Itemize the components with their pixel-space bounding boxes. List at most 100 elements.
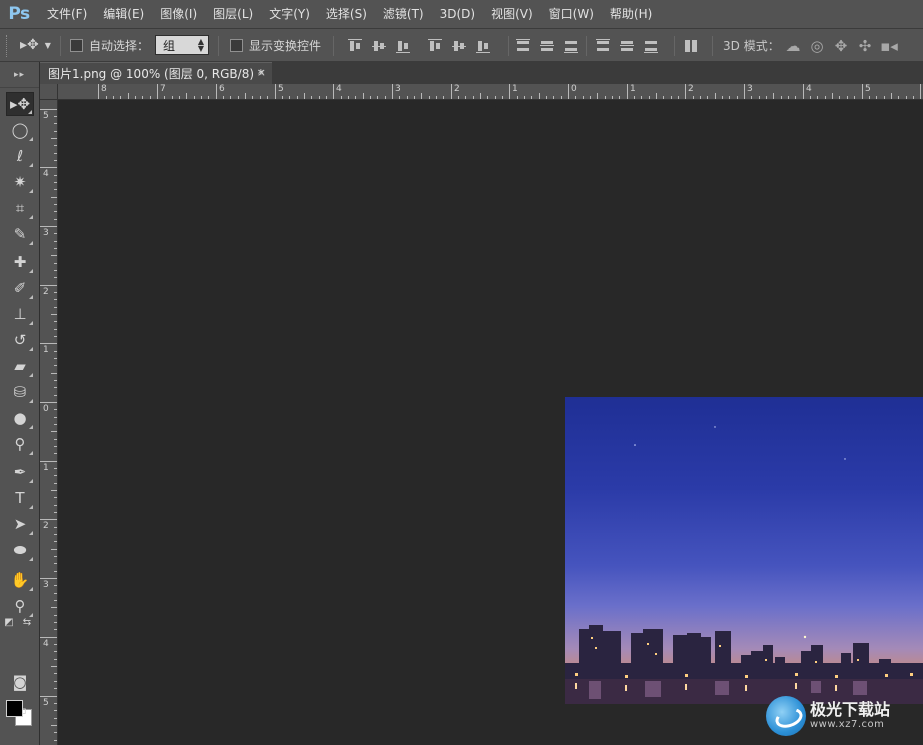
distribute-right-icon[interactable] (644, 39, 658, 53)
align-left-edges-icon[interactable] (428, 39, 442, 53)
tool-group-indicator (29, 425, 33, 429)
tools-panel-collapse-icon[interactable]: ▸▸ (0, 62, 39, 88)
vertical-ruler[interactable]: 5 4 3 2 1 0 1 2 3 4 5 (40, 100, 58, 745)
separator (674, 36, 675, 56)
ruler-tick (744, 84, 745, 99)
ruler-minor-tick (54, 131, 57, 132)
path-selection-tool[interactable]: ➤ (6, 512, 34, 536)
options-bar-grip[interactable] (6, 35, 8, 57)
show-transform-controls-checkbox[interactable]: 显示变换控件 (230, 29, 321, 61)
tool-group-indicator (29, 137, 33, 141)
menu-item[interactable]: 图像(I) (152, 0, 205, 28)
menu-item[interactable]: 视图(V) (483, 0, 541, 28)
close-icon[interactable]: × (257, 66, 266, 79)
swap-colors-icon[interactable]: ⇆ (20, 616, 34, 630)
zoom-tool[interactable]: ⚲ (6, 594, 34, 618)
menu-item[interactable]: 窗口(W) (541, 0, 602, 28)
quick-mask-icon[interactable]: ◙ (6, 670, 34, 694)
document-canvas[interactable] (58, 100, 923, 745)
menu-item[interactable]: 帮助(H) (602, 0, 660, 28)
distribute-top-icon[interactable] (516, 39, 530, 53)
distribute-vcenter-icon[interactable] (540, 39, 554, 53)
tool-preset-picker[interactable]: ▸✥ ▼ (20, 29, 51, 61)
ruler-minor-tick (54, 241, 57, 242)
magic-wand-tool[interactable]: ✷ (6, 170, 34, 194)
ruler-minor-tick (54, 446, 57, 447)
ruler-minor-tick (106, 96, 107, 99)
ruler-tick (40, 109, 57, 110)
brush-tool[interactable]: ✐ (6, 276, 34, 300)
marquee-tool[interactable]: ◯ (6, 118, 34, 142)
ruler-origin[interactable] (40, 84, 58, 100)
pen-tool[interactable]: ✒ (6, 460, 34, 484)
hand-icon: ✋ (10, 570, 30, 589)
align-vertical-centers-icon[interactable] (372, 39, 386, 53)
distribute-hcenter-icon[interactable] (620, 39, 634, 53)
menu-item[interactable]: 文字(Y) (261, 0, 318, 28)
paint-bucket-tool[interactable]: ⛁ (6, 380, 34, 404)
dodge-tool[interactable]: ⚲ (6, 432, 34, 456)
checkbox-box[interactable] (230, 38, 243, 52)
3d-roll-icon[interactable]: ◎ (808, 37, 826, 55)
align-right-edges-icon[interactable] (476, 39, 490, 53)
auto-select-target-dropdown[interactable]: 组 ▲ ▼ (155, 35, 209, 55)
ruler-label: 6 (219, 84, 225, 94)
auto-select-checkbox[interactable]: 自动选择： (70, 29, 149, 61)
ruler-minor-tick (341, 96, 342, 99)
3d-pan-icon[interactable]: ✥ (832, 37, 850, 55)
ruler-minor-tick (179, 96, 180, 99)
eyedropper-tool[interactable]: ✎ (6, 222, 34, 246)
menu-item[interactable]: 3D(D) (432, 0, 483, 28)
history-brush-tool[interactable]: ↺ (6, 328, 34, 352)
menu-item[interactable]: 滤镜(T) (375, 0, 432, 28)
eraser-tool[interactable]: ▰ (6, 354, 34, 378)
menu-item[interactable]: 图层(L) (205, 0, 261, 28)
ruler-tick (568, 84, 569, 99)
ruler-label: 8 (101, 84, 107, 94)
menu-item[interactable]: 选择(S) (318, 0, 375, 28)
crop-tool[interactable]: ⌗ (6, 196, 34, 220)
type-tool[interactable]: T (6, 486, 34, 510)
stepper-arrows-icon: ▲ ▼ (197, 37, 204, 53)
align-top-edges-icon[interactable] (348, 39, 362, 53)
healing-brush-tool[interactable]: ✚ (6, 250, 34, 274)
move-tool[interactable]: ▸✥ (6, 92, 34, 116)
menu-item[interactable]: 编辑(E) (95, 0, 152, 28)
ellipse-tool[interactable]: ⬬ (6, 538, 34, 562)
3d-orbit-icon[interactable]: ☁ (784, 37, 802, 55)
document-tab[interactable]: 图片1.png @ 100% (图层 0, RGB/8) * × (40, 62, 272, 84)
blur-tool[interactable]: ● (6, 406, 34, 430)
watermark-logo-icon (766, 696, 806, 736)
hand-tool[interactable]: ✋ (6, 568, 34, 592)
menu-item[interactable]: 文件(F) (39, 0, 95, 28)
ruler-minor-tick (678, 96, 679, 99)
checkbox-box[interactable] (70, 38, 83, 52)
ruler-minor-tick (120, 96, 121, 99)
ruler-tick (40, 285, 57, 286)
clone-stamp-tool[interactable]: ⊥ (6, 302, 34, 326)
ruler-minor-tick (54, 732, 57, 733)
ruler-label: 5 (43, 111, 49, 121)
foreground-color-swatch[interactable] (6, 700, 23, 717)
lasso-tool[interactable]: ℓ (6, 144, 34, 168)
ruler-minor-tick (164, 96, 165, 99)
ruler-minor-tick (605, 96, 606, 99)
ruler-minor-tick (649, 96, 650, 99)
distribute-left-icon[interactable] (596, 39, 610, 53)
auto-align-layers-icon[interactable] (684, 39, 698, 53)
horizontal-ruler[interactable]: 8 7 6 5 4 3 2 1 0 1 2 3 4 5 (58, 84, 923, 100)
align-horizontal-centers-icon[interactable] (452, 39, 466, 53)
ruler-minor-tick (656, 93, 657, 99)
ruler-minor-tick (54, 688, 57, 689)
ruler-minor-tick (54, 439, 57, 440)
ruler-minor-tick (54, 248, 57, 249)
ruler-minor-tick (531, 96, 532, 99)
default-colors-icon[interactable]: ◩ (2, 616, 16, 630)
distribute-bottom-icon[interactable] (564, 39, 578, 53)
align-bottom-edges-icon[interactable] (396, 39, 410, 53)
ruler-minor-tick (54, 380, 57, 381)
ruler-minor-tick (480, 93, 481, 99)
3d-slide-icon[interactable]: ✣ (856, 37, 874, 55)
ruler-minor-tick (634, 96, 635, 99)
3d-scale-camera-icon[interactable]: ▪◂ (880, 37, 898, 55)
